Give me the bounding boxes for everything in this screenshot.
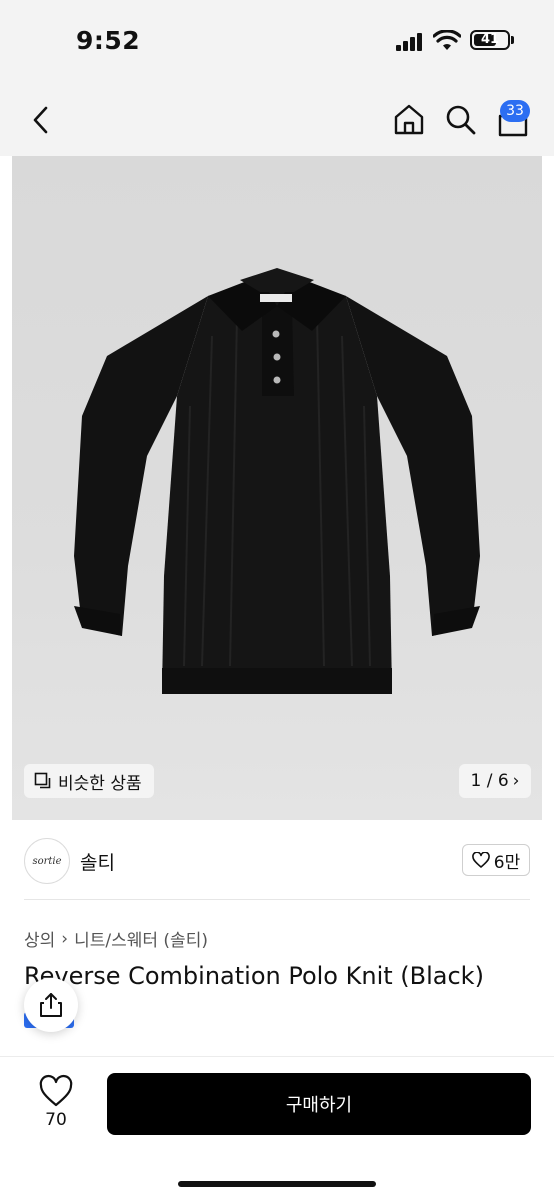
heart-icon[interactable] xyxy=(38,1074,74,1110)
buy-button[interactable]: 구매하기 xyxy=(107,1073,531,1135)
breadcrumb-item-category[interactable]: 상의 xyxy=(24,926,55,951)
copy-icon xyxy=(34,772,51,789)
status-time: 9:52 xyxy=(76,26,141,55)
brand-like-count: 6만 xyxy=(493,852,521,873)
breadcrumb-separator: › xyxy=(61,928,69,949)
breadcrumb: 상의 › 니트/스웨터 (솔티) xyxy=(24,926,208,952)
brand-like-button[interactable]: 6만 xyxy=(462,844,530,876)
polo-knit-image xyxy=(74,268,480,694)
buy-button-label: 구매하기 xyxy=(285,1095,353,1116)
wifi-icon xyxy=(433,30,461,50)
chevron-right-icon: › xyxy=(512,771,520,791)
similar-products-label: 비슷한 상품 xyxy=(58,773,142,794)
battery-level: 41 xyxy=(480,32,500,47)
product-title: Reverse Combination Polo Knit (Black) xyxy=(24,962,484,990)
share-button[interactable] xyxy=(24,978,78,1032)
home-indicator xyxy=(178,1181,376,1187)
back-arrow-icon[interactable] xyxy=(28,104,54,136)
brand-logo[interactable]: sortie xyxy=(24,838,70,884)
cellular-signal-icon xyxy=(396,33,422,51)
search-icon[interactable] xyxy=(445,104,477,136)
image-pager-button[interactable]: 1 / 6 › xyxy=(459,764,531,798)
heart-icon xyxy=(471,852,490,868)
product-image[interactable] xyxy=(12,156,542,820)
divider xyxy=(24,899,530,900)
like-count: 70 xyxy=(45,1110,67,1130)
battery-icon: 41 xyxy=(470,30,510,50)
breadcrumb-item-subcategory[interactable]: 니트/스웨터 (솔티) xyxy=(74,926,208,951)
similar-products-button[interactable]: 비슷한 상품 xyxy=(24,764,154,798)
cart-count-badge: 33 xyxy=(500,100,530,122)
home-icon[interactable] xyxy=(392,102,426,136)
battery-tip xyxy=(511,36,514,44)
brand-logo-text: sortie xyxy=(32,855,62,867)
brand-name[interactable]: 솔티 xyxy=(80,848,115,875)
image-pager-label: 1 / 6 xyxy=(470,771,509,791)
share-icon xyxy=(40,993,62,1017)
